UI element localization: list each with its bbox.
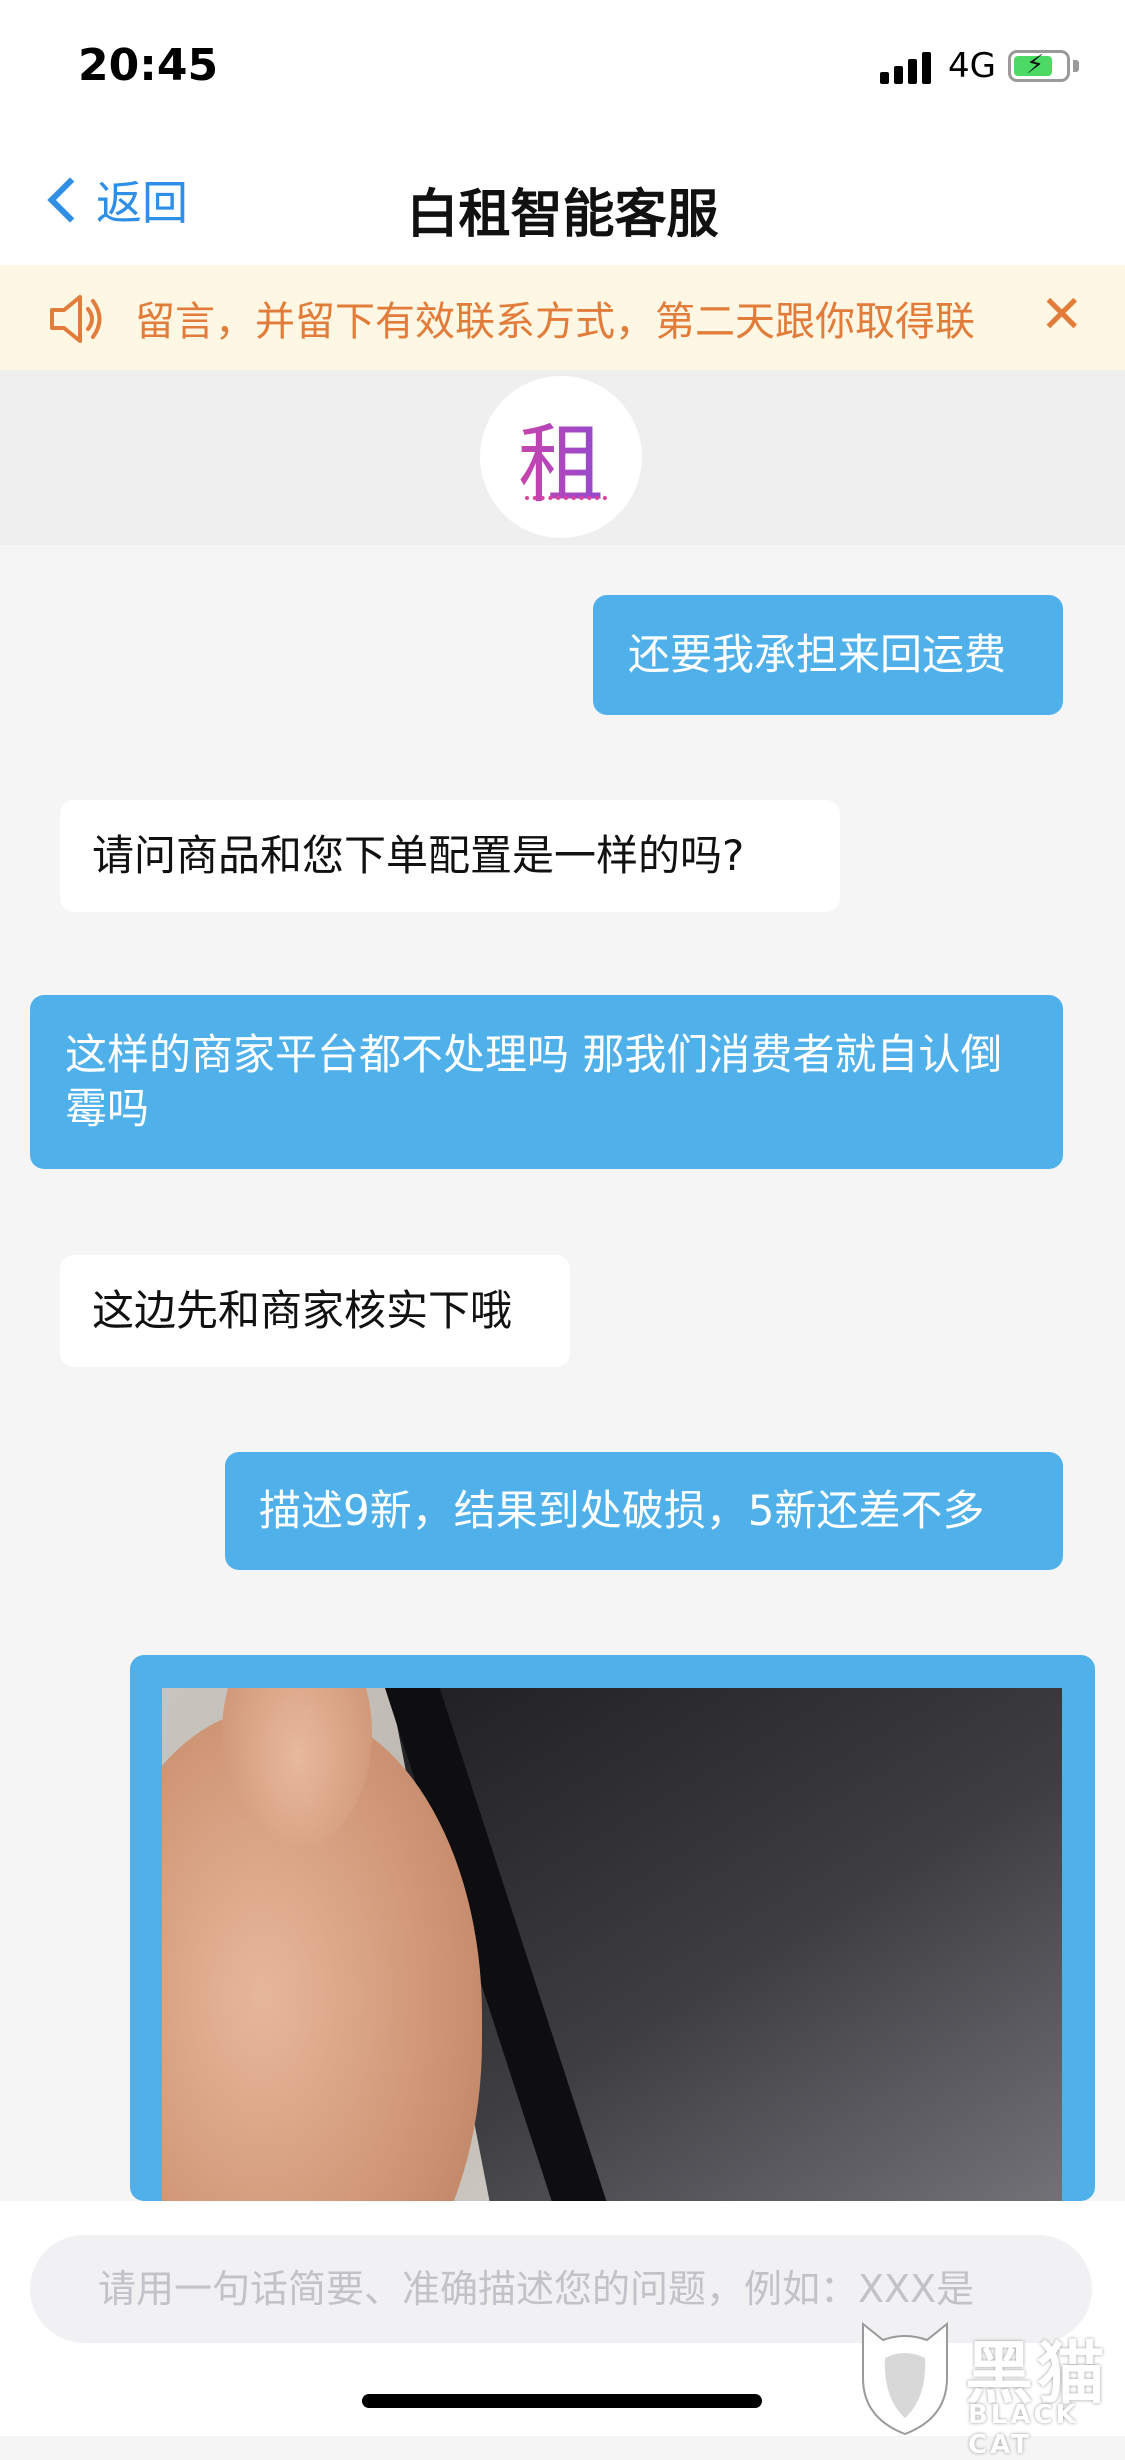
message-bubble-user: 描述9新，结果到处破损，5新还差不多 (225, 1452, 1063, 1570)
avatar-logo-dots (525, 496, 607, 500)
status-bar: 20:45 4G ⚡ (0, 0, 1125, 130)
signal-icon (880, 50, 934, 84)
avatar-logo: 租 (480, 394, 642, 519)
battery-cap (1073, 60, 1079, 72)
notice-text: 留言，并留下有效联系方式，第二天跟你取得联 (135, 299, 975, 345)
agent-avatar: 租 (480, 376, 642, 538)
message-bubble-user: 还要我承担来回运费 (593, 595, 1063, 715)
close-icon[interactable]: ✕ (1040, 285, 1084, 345)
notice-banner: 留言，并留下有效联系方式，第二天跟你取得联 ✕ (0, 265, 1125, 370)
message-bubble-agent: 这边先和商家核实下哦 (60, 1255, 570, 1367)
status-time: 20:45 (78, 40, 219, 91)
message-bubble-user: 这样的商家平台都不处理吗 那我们消费者就自认倒霉吗 (30, 995, 1063, 1169)
image-message-photo[interactable] (162, 1688, 1062, 2201)
network-type: 4G (948, 46, 996, 86)
cat-logo-icon (862, 2321, 948, 2436)
page-title: 白租智能客服 (406, 185, 719, 245)
charging-icon: ⚡ (1026, 50, 1045, 80)
message-bubble-agent: 请问商品和您下单配置是一样的吗? (60, 800, 840, 912)
speaker-icon (50, 295, 102, 343)
nav-bar: 返回 白租智能客服 (0, 130, 1125, 265)
watermark-subtitle: BLACK CAT (968, 2400, 1079, 2460)
home-indicator (362, 2394, 762, 2408)
